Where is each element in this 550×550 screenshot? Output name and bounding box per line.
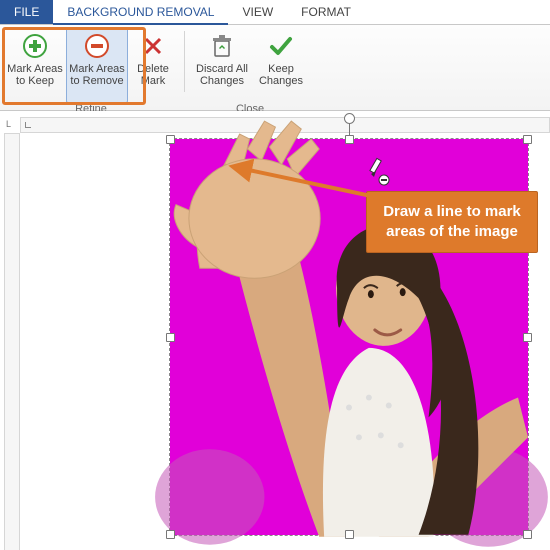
checkmark-icon (267, 32, 295, 60)
btn-label-1: Mark Areas (69, 63, 125, 75)
plus-circle-icon (21, 32, 49, 60)
tab-bar: FILE BACKGROUND REMOVAL VIEW FORMAT (0, 0, 550, 25)
rotate-handle[interactable] (344, 113, 355, 124)
resize-handle[interactable] (523, 530, 532, 539)
btn-label-2: to Remove (70, 75, 123, 87)
tab-format[interactable]: FORMAT (287, 0, 365, 24)
ruler-tab-mark: L (6, 119, 11, 129)
resize-handle[interactable] (345, 530, 354, 539)
ribbon: Mark Areas to Keep Mark Areas to Remove … (0, 25, 550, 111)
btn-label-1: Discard All (196, 63, 248, 75)
mark-areas-to-keep-button[interactable]: Mark Areas to Keep (4, 27, 66, 103)
btn-label-1: Mark Areas (7, 63, 63, 75)
trash-recycle-icon (208, 32, 236, 60)
tab-view[interactable]: VIEW (228, 0, 287, 24)
resize-handle[interactable] (523, 333, 532, 342)
resize-handle[interactable] (166, 135, 175, 144)
resize-handle[interactable] (166, 333, 175, 342)
group-close: Discard All Changes Keep Changes Close (187, 25, 313, 110)
discard-all-changes-button[interactable]: Discard All Changes (191, 27, 253, 103)
group-refine: Mark Areas to Keep Mark Areas to Remove … (0, 25, 182, 110)
keep-changes-button[interactable]: Keep Changes (253, 27, 309, 103)
ruler-vertical[interactable] (4, 133, 20, 550)
resize-handle[interactable] (166, 530, 175, 539)
btn-label-2: to Keep (16, 75, 54, 87)
tab-background-removal[interactable]: BACKGROUND REMOVAL (53, 0, 228, 25)
btn-label-2: Changes (259, 75, 303, 87)
document-page[interactable]: Draw a line to mark areas of the image (24, 137, 550, 550)
resize-handle[interactable] (523, 135, 532, 144)
resize-handle[interactable] (345, 135, 354, 144)
minus-circle-icon (83, 32, 111, 60)
separator (184, 31, 185, 92)
tutorial-callout: Draw a line to mark areas of the image (366, 191, 538, 253)
delete-x-icon (139, 32, 167, 60)
mark-areas-to-remove-button[interactable]: Mark Areas to Remove (66, 27, 128, 103)
btn-label-1: Delete (137, 63, 169, 75)
document-workspace: L (0, 111, 550, 550)
btn-label-2: Mark (141, 75, 165, 87)
delete-mark-button[interactable]: Delete Mark (128, 27, 178, 103)
btn-label-2: Changes (200, 75, 244, 87)
btn-label-1: Keep (268, 63, 294, 75)
tab-file[interactable]: FILE (0, 0, 53, 24)
